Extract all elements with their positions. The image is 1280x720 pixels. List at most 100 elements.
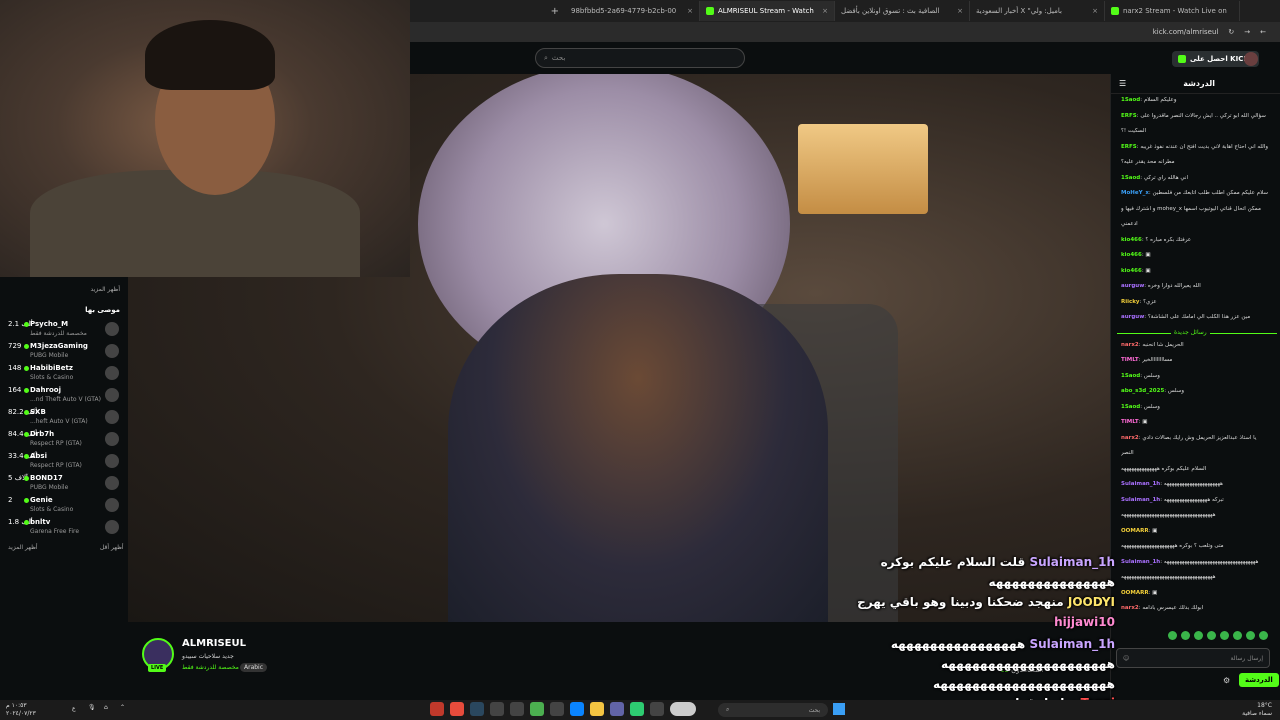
gear-icon[interactable]: ⚙ — [1223, 676, 1230, 685]
app-icon[interactable] — [430, 702, 444, 716]
search-input[interactable]: ⌕ بحث — [535, 48, 745, 68]
emote-icon[interactable] — [1233, 631, 1242, 640]
sidebar-channel[interactable]: 148 HabibiBetz Slots & Casino — [0, 364, 128, 386]
forward-icon[interactable]: → — [1244, 28, 1250, 36]
chat-username[interactable]: TIMLT — [1121, 357, 1139, 363]
chat-username[interactable]: aurguw — [1121, 283, 1144, 289]
emote-icon[interactable] — [1181, 631, 1190, 640]
teams-icon[interactable] — [610, 702, 624, 716]
chat-text: عزي؟ — [1143, 298, 1157, 305]
channel-category: Slots & Casino — [30, 374, 74, 381]
chat-username[interactable]: TIMLT — [1121, 419, 1139, 425]
chat-username[interactable]: Riicky — [1121, 299, 1140, 305]
sidebar-channel[interactable]: 2 Genie Slots & Casino — [0, 496, 128, 518]
app-icon[interactable] — [630, 702, 644, 716]
chat-username[interactable]: Sulaiman_1h — [1121, 559, 1160, 565]
sidebar-channel[interactable]: 84.4 ألف Drb7h Respect RP (GTA) — [0, 430, 128, 452]
close-icon[interactable]: × — [1092, 7, 1098, 15]
sidebar-channel[interactable]: 2.1 ألفPsycho_Mمخصصة للدردشة فقط — [0, 320, 128, 342]
url-text[interactable]: kick.com/almriseul — [1153, 28, 1219, 36]
app-icon[interactable] — [550, 702, 564, 716]
chat-username[interactable]: 1Saod — [1121, 373, 1140, 379]
edge-icon[interactable] — [570, 702, 584, 716]
chat-input[interactable]: ☺ إرسال رسالة — [1116, 648, 1270, 668]
chevron-up-icon[interactable]: ⌃ — [120, 704, 125, 711]
stream-category[interactable]: مخصصة للدردشة فقط — [182, 664, 239, 671]
chat-message: Sulaiman_1h: تبركه هههههههههههههههههه — [1121, 496, 1224, 503]
chat-username[interactable]: 1Saod — [1121, 175, 1140, 181]
emote-icon[interactable] — [1194, 631, 1203, 640]
chat-username[interactable]: aurguw — [1121, 314, 1144, 320]
network-icon[interactable]: ⌂ — [104, 704, 108, 711]
taskbar-search[interactable]: ⌕ بحث — [718, 703, 828, 717]
sidebar-channel[interactable]: 1.8 ألفbnltvGarena Free Fire — [0, 518, 128, 540]
emote-icon[interactable] — [1246, 631, 1255, 640]
browser-tab[interactable]: أخبار السعودية X "باميل: ولي × — [970, 1, 1105, 21]
show-more-top[interactable]: أظهر المزيد — [90, 286, 120, 293]
close-icon[interactable]: × — [822, 7, 828, 15]
browser-tab[interactable]: ALMRISEUL Stream - Watch × — [700, 1, 835, 21]
chat-username[interactable]: OOMARR — [1121, 528, 1149, 534]
app-icon[interactable] — [490, 702, 504, 716]
language-badge[interactable]: Arabic — [240, 663, 268, 672]
mic-icon[interactable]: 🎙 — [88, 704, 96, 711]
emote-icon[interactable] — [1220, 631, 1229, 640]
close-icon[interactable]: × — [957, 7, 963, 15]
sidebar-channel[interactable]: 729 M3jezaGaming PUBG Mobile — [0, 342, 128, 364]
live-dot-icon — [24, 454, 29, 459]
channel-name[interactable]: ALMRISEUL — [182, 638, 246, 649]
brave-icon[interactable] — [450, 702, 464, 716]
chat-username[interactable]: Sulaiman_1h — [1121, 481, 1160, 487]
chat-username[interactable]: kio466 — [1121, 237, 1142, 243]
emote-icon[interactable] — [1207, 631, 1216, 640]
sidebar-channel[interactable]: 33.4 ألف Absi Respect RP (GTA) — [0, 452, 128, 474]
chat-title: الدردشة — [1183, 79, 1215, 88]
folder-icon[interactable] — [590, 702, 604, 716]
webcam-hair — [145, 20, 275, 90]
windows-start-icon[interactable] — [833, 703, 845, 715]
chat-send-button[interactable]: الدردشة — [1239, 673, 1279, 687]
chat-input-placeholder: إرسال رسالة — [1230, 654, 1263, 662]
chat-username[interactable]: 1Saod — [1121, 97, 1140, 103]
clock[interactable]: ١٠:٥٣ م ٢٠٢٤/٠٧/٢٣ — [6, 702, 36, 718]
channel-category: PUBG Mobile — [30, 352, 69, 359]
tab-title: ALMRISEUL Stream - Watch — [718, 7, 814, 15]
live-dot-icon — [24, 388, 29, 393]
user-avatar[interactable] — [1244, 52, 1258, 66]
chat-username[interactable]: narx2 — [1121, 605, 1139, 611]
close-icon[interactable]: × — [687, 7, 693, 15]
widget-icon[interactable] — [670, 702, 696, 716]
browser-tab[interactable]: narx2 Stream - Watch Live on — [1105, 1, 1240, 21]
browser-tab[interactable]: 98bfbbd5-2a69-4779-b2cb-00 × — [565, 1, 700, 21]
show-less-button[interactable]: أظهر أقل — [100, 544, 124, 551]
chat-username[interactable]: narx2 — [1121, 342, 1139, 348]
collapse-icon[interactable]: ☰ — [1119, 79, 1126, 88]
chat-username[interactable]: OOMARR — [1121, 590, 1149, 596]
emoji-icon[interactable]: ☺ — [1123, 655, 1129, 662]
reload-icon[interactable]: ↻ — [1228, 28, 1234, 36]
emote-icon[interactable] — [1259, 631, 1268, 640]
back-icon[interactable]: ← — [1260, 28, 1266, 36]
sidebar-channel[interactable]: 82.2 ألف SXB ...heft Auto V (GTA) — [0, 408, 128, 430]
chat-username[interactable]: abo_s3d_2025 — [1121, 388, 1164, 394]
chat-username[interactable]: MoHeY_x — [1121, 190, 1149, 196]
chat-username[interactable]: Sulaiman_1h — [1121, 497, 1160, 503]
browser-tab[interactable]: الصافية بث : تسوق اونلاين بأفضل × — [835, 1, 970, 21]
chat-username[interactable]: kio466 — [1121, 252, 1142, 258]
chrome-icon[interactable] — [530, 702, 544, 716]
show-more-button[interactable]: أظهر المزيد — [8, 544, 38, 551]
chat-username[interactable]: ERFS — [1121, 144, 1137, 150]
weather-widget[interactable]: 18°C سماء صافية — [1242, 702, 1272, 718]
steam-icon[interactable] — [470, 702, 484, 716]
app-icon[interactable] — [510, 702, 524, 716]
chat-username[interactable]: ERFS — [1121, 113, 1137, 119]
lang-indicator[interactable]: ع — [72, 705, 76, 712]
chat-username[interactable]: 1Saod — [1121, 404, 1140, 410]
chat-username[interactable]: narx2 — [1121, 435, 1139, 441]
emote-icon[interactable] — [1168, 631, 1177, 640]
sidebar-channel[interactable]: 164 Dahrooj ...nd Theft Auto V (GTA) — [0, 386, 128, 408]
sidebar-channel[interactable]: 5 آلاف BOND17 PUBG Mobile — [0, 474, 128, 496]
app-icon[interactable] — [650, 702, 664, 716]
new-tab-button[interactable]: + — [545, 6, 565, 17]
chat-username[interactable]: kio466 — [1121, 268, 1142, 274]
